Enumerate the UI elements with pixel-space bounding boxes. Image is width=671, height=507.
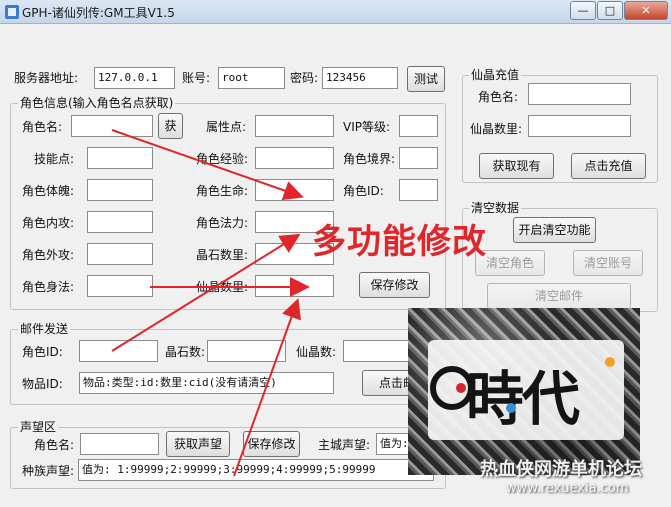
annotation-text: 多功能修改 [312,222,487,262]
arrow-to-life [111,129,304,201]
arrow-to-mana [111,233,301,352]
watermark-forum-text: 热血侠网游单机论坛 [480,459,642,480]
watermark-url-text: www.rexuexia.com [506,481,629,496]
logo-dots-icon [506,357,615,413]
arrow-from-reputation [233,298,301,477]
